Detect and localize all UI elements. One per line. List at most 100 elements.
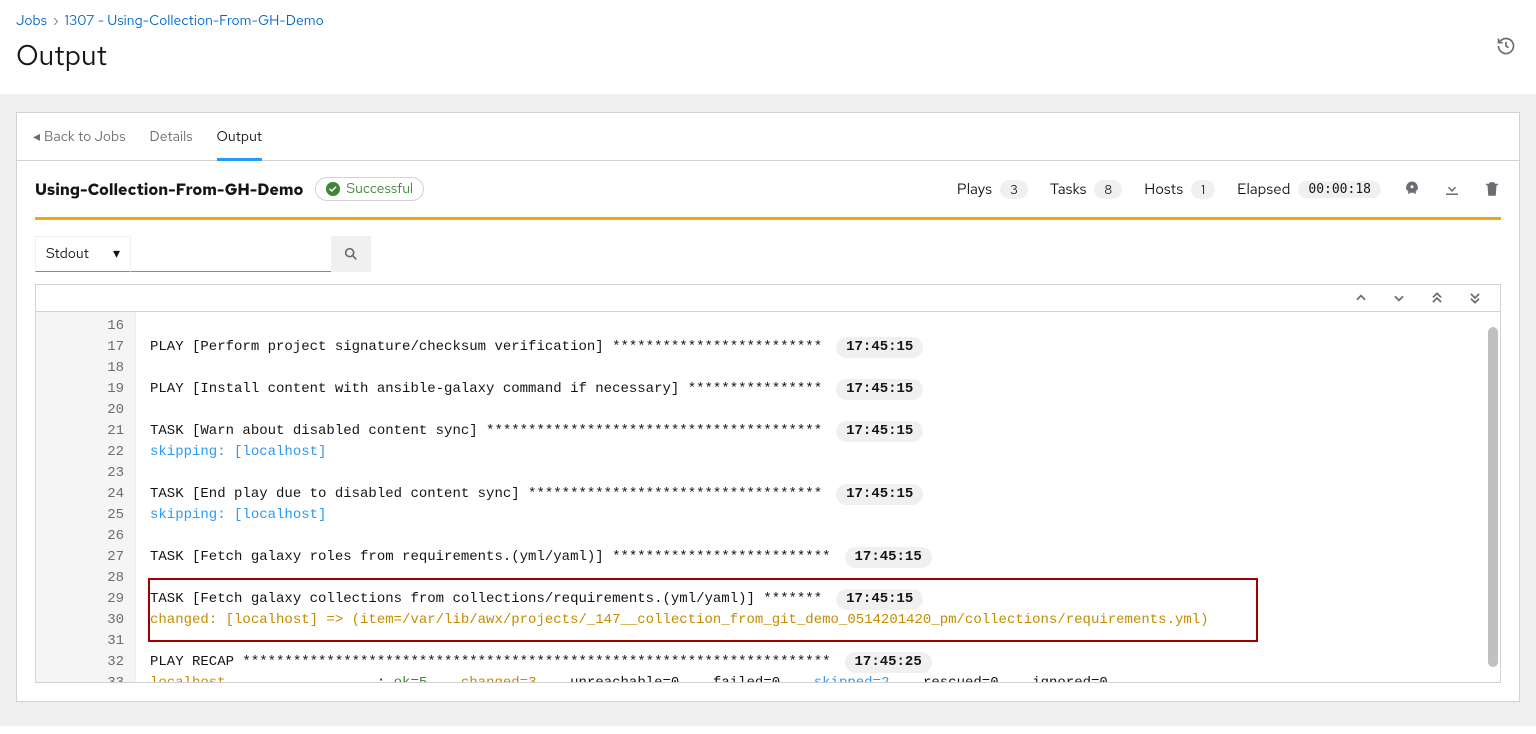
line-number: 31 (36, 631, 136, 652)
line-text: skipping: [localhost] (136, 505, 1500, 526)
timestamp-badge: 17:45:15 (836, 379, 923, 400)
line-text (136, 463, 1500, 484)
terminal-line[interactable]: 33localhost : ok=5 changed=3 unreachable… (36, 673, 1500, 682)
terminal-line[interactable]: 24TASK [End play due to disabled content… (36, 484, 1500, 505)
timestamp-badge: 17:45:15 (836, 337, 923, 358)
line-number: 20 (36, 400, 136, 421)
scrollbar-thumb[interactable] (1488, 327, 1498, 667)
line-number: 18 (36, 358, 136, 379)
line-text: TASK [Warn about disabled content sync] … (136, 421, 1500, 442)
line-number: 33 (36, 673, 136, 682)
search-input[interactable] (131, 236, 331, 272)
timestamp-badge: 17:45:15 (836, 589, 923, 610)
line-number: 23 (36, 463, 136, 484)
tab-output[interactable]: Output (217, 113, 263, 161)
terminal-line[interactable]: 17PLAY [Perform project signature/checks… (36, 337, 1500, 358)
line-text: TASK [Fetch galaxy collections from coll… (136, 589, 1500, 610)
line-number: 29 (36, 589, 136, 610)
search-button[interactable] (331, 236, 371, 272)
line-text (136, 316, 1500, 337)
line-text (136, 400, 1500, 421)
tasks-count: 8 (1094, 180, 1122, 199)
line-text: skipping: [localhost] (136, 442, 1500, 463)
terminal-line[interactable]: 25skipping: [localhost] (36, 505, 1500, 526)
terminal-line[interactable]: 18 (36, 358, 1500, 379)
terminal-line[interactable]: 16 (36, 316, 1500, 337)
line-number: 26 (36, 526, 136, 547)
terminal-line[interactable]: 29TASK [Fetch galaxy collections from co… (36, 589, 1500, 610)
line-number: 27 (36, 547, 136, 568)
status-badge: Successful (315, 177, 424, 201)
timestamp-badge: 17:45:15 (836, 484, 923, 505)
breadcrumb-jobs[interactable]: Jobs (16, 12, 47, 30)
line-text (136, 631, 1500, 652)
back-to-jobs-label: Back to Jobs (44, 128, 126, 146)
line-text (136, 358, 1500, 379)
output-card: ◂ Back to Jobs Details Output Using-Coll… (16, 112, 1520, 702)
filter-select-label: Stdout (46, 245, 89, 263)
plays-label: Plays (957, 179, 992, 199)
terminal-line[interactable]: 28 (36, 568, 1500, 589)
line-number: 24 (36, 484, 136, 505)
line-text (136, 526, 1500, 547)
line-number: 16 (36, 316, 136, 337)
line-number: 32 (36, 652, 136, 673)
scroll-top-icon[interactable] (1430, 291, 1444, 305)
download-icon[interactable] (1443, 180, 1461, 198)
caret-left-icon: ◂ (33, 128, 40, 146)
trash-icon[interactable] (1483, 180, 1501, 198)
chevron-right-icon: › (53, 12, 59, 30)
line-text: PLAY RECAP *****************************… (136, 652, 1500, 673)
terminal-line[interactable]: 27TASK [Fetch galaxy roles from requirem… (36, 547, 1500, 568)
filter-select[interactable]: Stdout ▾ (35, 236, 131, 272)
elapsed-label: Elapsed (1237, 179, 1290, 199)
terminal-output[interactable]: 1617PLAY [Perform project signature/chec… (36, 312, 1500, 682)
tasks-label: Tasks (1050, 179, 1087, 199)
tabbar: ◂ Back to Jobs Details Output (17, 113, 1519, 161)
terminal-line[interactable]: 21TASK [Warn about disabled content sync… (36, 421, 1500, 442)
line-number: 22 (36, 442, 136, 463)
hosts-count: 1 (1191, 180, 1215, 199)
timestamp-badge: 17:45:15 (836, 421, 923, 442)
line-text: TASK [End play due to disabled content s… (136, 484, 1500, 505)
status-label: Successful (346, 180, 413, 198)
terminal-line[interactable]: 31 (36, 631, 1500, 652)
terminal-line[interactable]: 30changed: [localhost] => (item=/var/lib… (36, 610, 1500, 631)
check-circle-icon (326, 182, 340, 196)
line-number: 25 (36, 505, 136, 526)
line-text (136, 568, 1500, 589)
line-number: 21 (36, 421, 136, 442)
terminal-line[interactable]: 32PLAY RECAP ***************************… (36, 652, 1500, 673)
tab-details[interactable]: Details (150, 113, 193, 161)
timestamp-badge: 17:45:25 (845, 652, 932, 673)
breadcrumb-current[interactable]: 1307 - Using-Collection-From-GH-Demo (65, 12, 324, 30)
terminal-line[interactable]: 20 (36, 400, 1500, 421)
scroll-down-icon[interactable] (1392, 291, 1406, 305)
rocket-icon[interactable] (1403, 180, 1421, 198)
breadcrumb: Jobs › 1307 - Using-Collection-From-GH-D… (16, 12, 1520, 30)
job-name: Using-Collection-From-GH-Demo (35, 179, 303, 200)
page-title: Output (16, 36, 1520, 74)
output-scroll-controls (36, 285, 1500, 312)
line-text: changed: [localhost] => (item=/var/lib/a… (136, 610, 1500, 631)
terminal-line[interactable]: 22skipping: [localhost] (36, 442, 1500, 463)
line-text: TASK [Fetch galaxy roles from requiremen… (136, 547, 1500, 568)
terminal-line[interactable]: 23 (36, 463, 1500, 484)
terminal-line[interactable]: 19PLAY [Install content with ansible-gal… (36, 379, 1500, 400)
elapsed-value: 00:00:18 (1298, 181, 1381, 198)
terminal-line[interactable]: 26 (36, 526, 1500, 547)
line-text: PLAY [Install content with ansible-galax… (136, 379, 1500, 400)
line-text: localhost : ok=5 changed=3 unreachable=0… (136, 673, 1500, 682)
line-text: PLAY [Perform project signature/checksum… (136, 337, 1500, 358)
history-icon[interactable] (1496, 36, 1516, 56)
hosts-label: Hosts (1144, 179, 1183, 199)
scroll-up-icon[interactable] (1354, 291, 1368, 305)
line-number: 19 (36, 379, 136, 400)
plays-count: 3 (1000, 180, 1028, 199)
scroll-bottom-icon[interactable] (1468, 291, 1482, 305)
line-number: 17 (36, 337, 136, 358)
line-number: 30 (36, 610, 136, 631)
timestamp-badge: 17:45:15 (845, 547, 932, 568)
line-number: 28 (36, 568, 136, 589)
back-to-jobs-link[interactable]: ◂ Back to Jobs (33, 128, 126, 146)
